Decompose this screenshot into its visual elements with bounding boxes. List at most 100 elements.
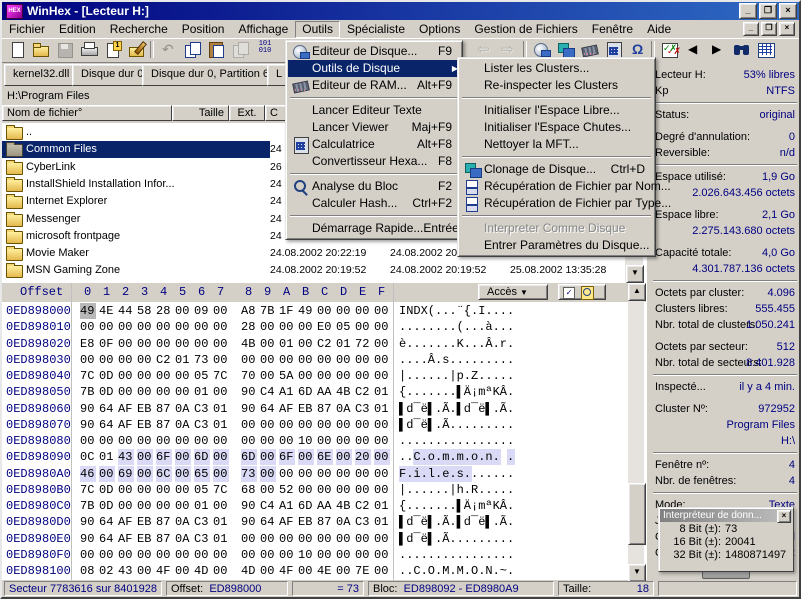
file-column-header-0[interactable]: Nom de fichier° [2, 105, 172, 121]
hex-byte[interactable]: 87 [317, 514, 333, 530]
file-column-header-2[interactable]: Ext. [229, 105, 265, 121]
hex-byte[interactable]: 0D [99, 498, 115, 514]
menu-item-calculatrice[interactable]: CalculatriceAlt+F8 [288, 136, 460, 153]
ascii-char[interactable]: . [507, 547, 515, 563]
hex-byte[interactable]: 64 [99, 417, 115, 433]
ascii-char[interactable]: . [507, 498, 515, 514]
hex-byte[interactable]: 00 [260, 531, 276, 547]
menu-item-d-marrage-rapide[interactable]: Démarrage Rapide...Entrée [288, 220, 460, 237]
hex-byte[interactable]: C3 [194, 417, 210, 433]
hex-byte[interactable]: 4F [156, 563, 172, 579]
hex-byte[interactable]: 4B [336, 498, 352, 514]
menu-item-editeur-de-disque[interactable]: Editeur de Disque...F9 [288, 43, 460, 60]
menubar-item-outils[interactable]: Outils [295, 21, 340, 38]
hex-byte[interactable]: 00 [317, 368, 333, 384]
hex-byte[interactable]: 00 [118, 498, 134, 514]
hex-byte[interactable]: 00 [80, 433, 96, 449]
hex-byte[interactable]: 46 [80, 466, 96, 482]
hex-byte[interactable]: E8 [80, 336, 96, 352]
hex-byte[interactable]: C2 [355, 498, 371, 514]
minimize-button[interactable]: _ [739, 3, 757, 19]
hex-byte[interactable]: 00 [99, 319, 115, 335]
hex-byte[interactable]: 00 [279, 547, 295, 563]
hex-byte[interactable]: 73 [194, 352, 210, 368]
hex-byte[interactable]: 00 [80, 547, 96, 563]
hex-byte[interactable]: 0A [175, 417, 191, 433]
toolbar-options-check-button[interactable] [659, 40, 681, 60]
hex-byte[interactable]: 00 [298, 563, 314, 579]
hex-byte[interactable]: 90 [241, 401, 257, 417]
hex-byte[interactable]: 00 [260, 336, 276, 352]
hex-byte[interactable]: 00 [355, 466, 371, 482]
hex-byte[interactable]: 00 [336, 547, 352, 563]
menubar-item-fichier[interactable]: Fichier [2, 21, 52, 38]
hex-byte[interactable]: AF [279, 514, 295, 530]
hex-byte[interactable]: 00 [336, 482, 352, 498]
menubar-item-affichage[interactable]: Affichage [231, 21, 295, 38]
hex-byte[interactable]: 00 [355, 319, 371, 335]
hex-byte[interactable]: 00 [118, 336, 134, 352]
hex-byte[interactable]: A1 [279, 384, 295, 400]
hex-byte[interactable]: 05 [336, 319, 352, 335]
menubar-item-gestion-de-fichiers[interactable]: Gestion de Fichiers [467, 21, 584, 38]
hex-byte[interactable]: C3 [194, 531, 210, 547]
menu-item-nettoyer-la-mft[interactable]: Nettoyer la MFT... [460, 136, 653, 153]
hex-byte[interactable]: 4B [336, 384, 352, 400]
hex-byte[interactable]: 00 [298, 466, 314, 482]
hex-byte[interactable]: AF [118, 401, 134, 417]
hex-byte[interactable]: 00 [241, 433, 257, 449]
hex-byte[interactable]: 00 [118, 319, 134, 335]
hex-byte[interactable]: 00 [279, 417, 295, 433]
hex-byte[interactable]: EB [137, 401, 153, 417]
mdi-restore-button[interactable]: ❐ [761, 22, 777, 36]
hex-byte[interactable]: 20 [355, 449, 371, 465]
hex-byte[interactable]: 00 [137, 547, 153, 563]
hex-byte[interactable]: 00 [156, 482, 172, 498]
hex-byte[interactable]: 00 [175, 384, 191, 400]
hex-byte[interactable]: 00 [355, 531, 371, 547]
hex-byte[interactable]: 00 [213, 563, 229, 579]
hex-byte[interactable]: 00 [213, 336, 229, 352]
hex-byte[interactable]: 00 [213, 319, 229, 335]
hex-byte[interactable]: 00 [355, 482, 371, 498]
hex-byte[interactable]: 00 [175, 449, 191, 465]
hex-byte[interactable]: 09 [194, 303, 210, 319]
ascii-char[interactable]: . [507, 514, 515, 530]
hex-byte[interactable]: 87 [317, 401, 333, 417]
hex-byte[interactable]: A1 [279, 498, 295, 514]
menubar-item-aide[interactable]: Aide [640, 21, 678, 38]
hex-byte[interactable]: 64 [260, 514, 276, 530]
hex-byte[interactable]: 00 [156, 433, 172, 449]
hex-byte[interactable]: 00 [260, 417, 276, 433]
hex-byte[interactable]: 00 [175, 547, 191, 563]
hex-byte[interactable]: 7E [355, 563, 371, 579]
data-interpreter-title[interactable]: Interpréteur de donn... × [660, 509, 792, 522]
hex-byte[interactable]: 00 [175, 368, 191, 384]
hex-byte[interactable]: 00 [213, 449, 229, 465]
hex-byte[interactable]: 00 [213, 384, 229, 400]
hex-byte[interactable]: 00 [355, 433, 371, 449]
hex-byte[interactable]: 90 [241, 384, 257, 400]
ascii-char[interactable]: . [507, 336, 515, 352]
scroll-thumb[interactable] [628, 483, 646, 545]
hex-byte[interactable]: 00 [156, 547, 172, 563]
hex-byte[interactable]: 10 [298, 547, 314, 563]
hex-byte[interactable]: 05 [194, 368, 210, 384]
ascii-char[interactable]: . [507, 368, 515, 384]
menu-item-r-cup-ration-de-fichier-par-nom[interactable]: Récupération de Fichier par Nom... [460, 178, 653, 195]
hex-byte[interactable]: C3 [194, 401, 210, 417]
scroll-down-button[interactable]: ▼ [626, 265, 644, 283]
access-mode-button[interactable]: Accès ▼ [478, 284, 548, 300]
hex-byte[interactable]: 00 [213, 498, 229, 514]
hex-byte[interactable]: 00 [374, 547, 390, 563]
hex-byte[interactable]: 00 [317, 531, 333, 547]
hex-byte[interactable]: 00 [118, 352, 134, 368]
hex-byte[interactable]: EB [137, 514, 153, 530]
hex-byte[interactable]: 00 [336, 417, 352, 433]
ascii-char[interactable]: . [507, 401, 515, 417]
hex-byte[interactable]: C2 [156, 352, 172, 368]
hex-byte[interactable]: 00 [156, 336, 172, 352]
hex-byte[interactable]: 00 [317, 303, 333, 319]
hex-byte[interactable]: 00 [336, 352, 352, 368]
hex-byte[interactable]: EB [137, 531, 153, 547]
